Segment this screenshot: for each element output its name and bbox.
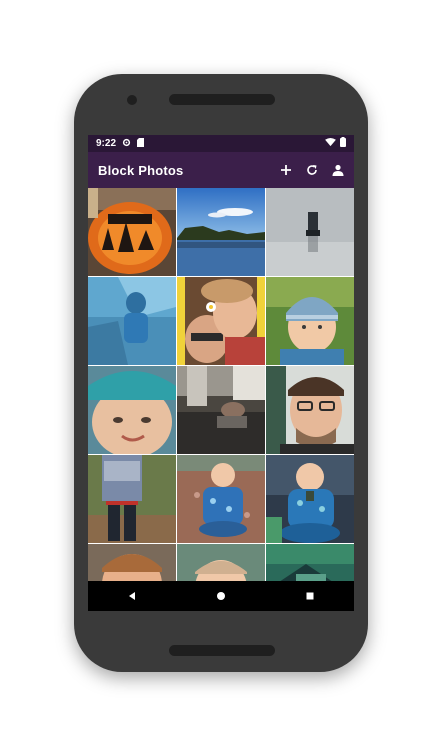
status-right-icons: [325, 137, 346, 150]
sd-card-icon: [137, 137, 145, 150]
recents-button[interactable]: [295, 581, 325, 611]
photo-tile[interactable]: [88, 188, 176, 276]
recents-icon: [306, 592, 314, 600]
status-time: 9:22: [96, 138, 117, 149]
bottom-speaker: [169, 645, 275, 656]
home-button[interactable]: [206, 581, 236, 611]
phone-screen: 9:22 Block Photos: [88, 135, 354, 611]
battery-icon: [340, 137, 346, 150]
refresh-icon: [307, 165, 317, 175]
photo-tile[interactable]: [266, 188, 354, 276]
home-icon: [216, 592, 225, 600]
photo-tile[interactable]: [266, 544, 354, 581]
photo-tile[interactable]: [88, 366, 176, 454]
photo-tile[interactable]: [88, 277, 176, 365]
photo-tile[interactable]: [177, 366, 265, 454]
photo-tile[interactable]: [88, 544, 176, 581]
account-button[interactable]: [328, 160, 348, 180]
add-button[interactable]: [276, 160, 296, 180]
app-title: Block Photos: [98, 162, 184, 178]
back-button[interactable]: [117, 581, 147, 611]
photo-tile[interactable]: [177, 544, 265, 581]
refresh-button[interactable]: [302, 160, 322, 180]
earpiece-speaker: [169, 94, 275, 105]
photo-tile[interactable]: [266, 277, 354, 365]
add-icon: [281, 165, 291, 175]
photo-tile[interactable]: [266, 455, 354, 543]
back-icon: [129, 592, 136, 600]
photo-tile[interactable]: [177, 188, 265, 276]
wifi-icon: [325, 137, 336, 150]
navigation-bar: [88, 581, 354, 611]
account-icon: [332, 164, 344, 176]
photo-grid: [88, 188, 354, 581]
front-camera: [127, 95, 137, 105]
photo-tile[interactable]: [88, 455, 176, 543]
photo-tile[interactable]: [177, 455, 265, 543]
gear-icon: [122, 138, 131, 150]
app-bar: Block Photos: [88, 152, 354, 188]
photo-tile[interactable]: [266, 366, 354, 454]
status-bar: 9:22: [88, 135, 354, 152]
app-bar-actions: [276, 152, 348, 188]
photo-tile[interactable]: [177, 277, 265, 365]
